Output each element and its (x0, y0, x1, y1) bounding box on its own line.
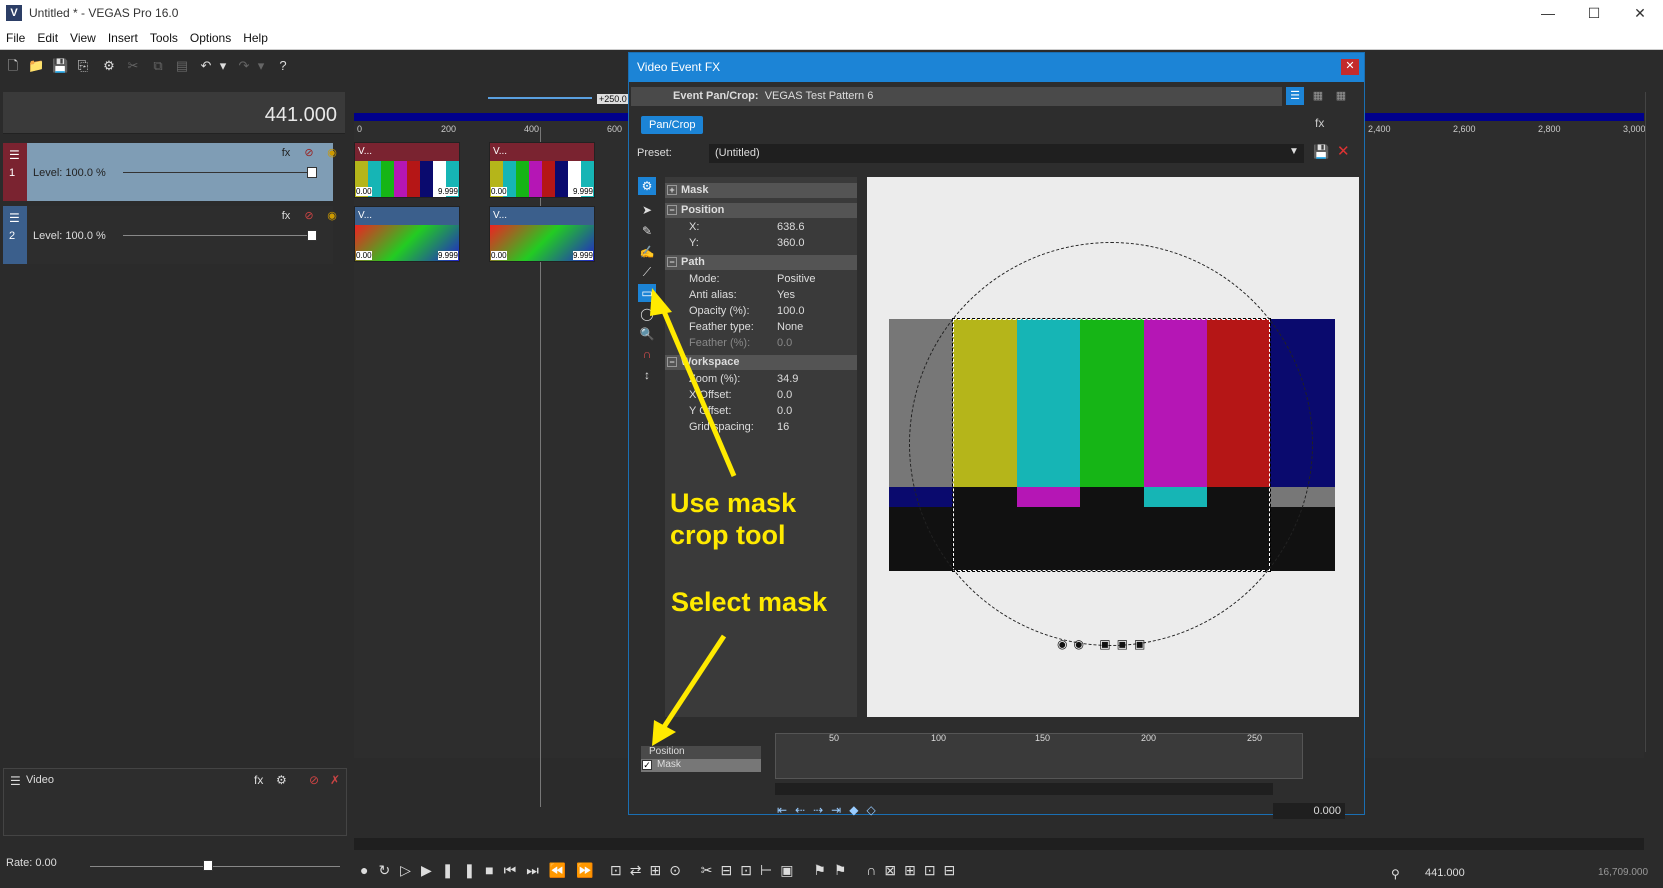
video-bus-label: Video (26, 774, 54, 786)
annotation-mask: Select mask (671, 587, 828, 617)
rate-label: Rate: 0.00 (6, 857, 57, 869)
edit-tools[interactable]: ⊡⇄⊞⊙ ✂⊟⊡⊢▣ ⚑⚑ ∩⊠⊞⊡⊟ (610, 862, 963, 879)
video-bus-panel: ☰ Video fx ⚙ ⊘ ✗ (3, 768, 347, 836)
transport-controls[interactable]: ●↻▷▶❚❚■⏮⏭⏪⏩ (360, 862, 604, 879)
annotation-arrows (650, 288, 737, 746)
gear-icon[interactable]: ⚙ (276, 773, 287, 787)
rate-slider-knob[interactable] (203, 860, 213, 871)
fx-icon[interactable]: fx (254, 773, 263, 787)
video-bus-menu-icon[interactable]: ☰ (10, 774, 21, 788)
annotation-crop: Use mask crop tool (670, 488, 797, 550)
bypass-icon[interactable]: ✗ (330, 773, 340, 787)
cursor-marker-icon: ⚲ (1391, 867, 1400, 881)
status-end: 16,709.000 (1598, 867, 1649, 878)
status-time: 441.000 (1425, 867, 1465, 879)
timeline-scrollbar[interactable] (354, 838, 1644, 850)
rate-slider[interactable] (90, 866, 340, 867)
mute-icon[interactable]: ⊘ (309, 773, 319, 787)
